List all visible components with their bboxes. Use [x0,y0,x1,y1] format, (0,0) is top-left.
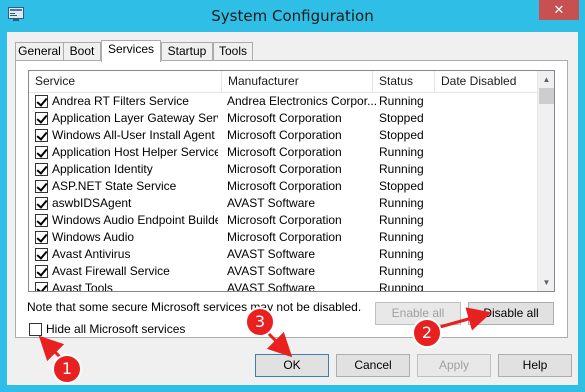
column-header-row: Service Manufacturer Status Date Disable… [29,71,538,93]
table-row[interactable]: Application Identity Microsoft Corporati… [29,161,538,178]
service-checkbox[interactable] [35,163,48,176]
service-manufacturer: AVAST Software [227,281,316,292]
tab-tools[interactable]: Tools [213,42,253,61]
service-manufacturer: Microsoft Corporation [227,145,342,159]
table-row[interactable]: Application Host Helper Service Microsof… [29,144,538,161]
service-status: Running [379,247,424,261]
service-name: Application Identity [52,162,153,176]
service-manufacturer: Microsoft Corporation [227,111,342,125]
callout-badge-2: 2 [412,318,442,348]
scroll-thumb[interactable] [539,88,554,104]
service-status: Stopped [379,128,424,142]
service-status: Running [379,94,424,108]
service-name: aswbIDSAgent [52,196,132,210]
scroll-up-arrow-icon[interactable]: ▲ [538,71,554,88]
hide-microsoft-services-label[interactable]: Hide all Microsoft services [46,322,185,336]
tab-boot[interactable]: Boot [63,42,101,61]
hide-microsoft-services-checkbox[interactable] [29,323,42,336]
service-name: ASP.NET State Service [52,179,177,193]
service-status: Stopped [379,111,424,125]
service-checkbox[interactable] [35,129,48,142]
callout-badge-3: 3 [245,307,275,337]
service-status: Running [379,196,424,210]
title-bar[interactable]: System Configuration ✕ [0,0,585,32]
services-panel: Service Manufacturer Status Date Disable… [15,60,568,338]
table-row[interactable]: Avast Tools AVAST Software Running [29,280,538,292]
service-rows: Andrea RT Filters Service Andrea Electro… [29,93,538,292]
dialog-client-area: General Boot Services Startup Tools Serv… [7,32,578,385]
service-manufacturer: Microsoft Corporation [227,230,342,244]
table-row[interactable]: Application Layer Gateway Service Micros… [29,110,538,127]
service-checkbox[interactable] [35,248,48,261]
table-row[interactable]: Windows Audio Microsoft Corporation Runn… [29,229,538,246]
service-checkbox[interactable] [35,214,48,227]
apply-button[interactable]: Apply [417,354,491,377]
service-manufacturer: Andrea Electronics Corpor... [227,94,377,108]
table-row[interactable]: Avast Antivirus AVAST Software Running [29,246,538,263]
column-header-service[interactable]: Service [29,71,222,93]
service-status: Running [379,145,424,159]
service-checkbox[interactable] [35,146,48,159]
table-row[interactable]: Windows Audio Endpoint Builder Microsoft… [29,212,538,229]
service-manufacturer: Microsoft Corporation [227,162,342,176]
service-manufacturer: Microsoft Corporation [227,128,342,142]
service-manufacturer: Microsoft Corporation [227,213,342,227]
vertical-scrollbar[interactable]: ▲ ▼ [537,71,554,291]
service-checkbox[interactable] [35,282,48,291]
service-name: Avast Tools [52,281,113,292]
table-row[interactable]: Andrea RT Filters Service Andrea Electro… [29,93,538,110]
tab-general[interactable]: General [15,42,64,61]
service-checkbox[interactable] [35,112,48,125]
cancel-button[interactable]: Cancel [336,354,410,377]
service-checkbox[interactable] [35,180,48,193]
service-status: Running [379,230,424,244]
service-status: Running [379,213,424,227]
service-manufacturer: Microsoft Corporation [227,179,342,193]
service-name: Application Host Helper Service [52,145,218,159]
service-status: Stopped [379,179,424,193]
close-button[interactable]: ✕ [539,0,579,20]
service-name: Application Layer Gateway Service [52,111,218,125]
service-manufacturer: AVAST Software [227,264,316,278]
column-header-manufacturer[interactable]: Manufacturer [222,71,373,93]
table-row[interactable]: Windows All-User Install Agent Microsoft… [29,127,538,144]
service-checkbox[interactable] [35,197,48,210]
service-name: Windows All-User Install Agent [52,128,215,142]
service-name: Avast Firewall Service [52,264,170,278]
ok-button[interactable]: OK [255,354,329,377]
tab-services[interactable]: Services [101,40,161,62]
column-header-status[interactable]: Status [373,71,435,93]
table-row[interactable]: ASP.NET State Service Microsoft Corporat… [29,178,538,195]
service-name: Andrea RT Filters Service [52,94,189,108]
service-status: Running [379,162,424,176]
service-name: Windows Audio [52,230,135,244]
callout-badge-1: 1 [52,354,82,384]
service-checkbox[interactable] [35,265,48,278]
service-status: Running [379,264,424,278]
tab-startup[interactable]: Startup [161,42,213,61]
table-row[interactable]: aswbIDSAgent AVAST Software Running [29,195,538,212]
service-checkbox[interactable] [35,95,48,108]
service-name: Windows Audio Endpoint Builder [52,213,218,227]
secure-services-note: Note that some secure Microsoft services… [27,300,362,314]
scroll-down-arrow-icon[interactable]: ▼ [538,274,554,291]
service-name: Avast Antivirus [52,247,131,261]
table-row[interactable]: Avast Firewall Service AVAST Software Ru… [29,263,538,280]
help-button[interactable]: Help [498,354,572,377]
system-configuration-window: System Configuration ✕ General Boot Serv… [0,0,585,392]
disable-all-button[interactable]: Disable all [468,302,554,325]
service-checkbox[interactable] [35,231,48,244]
service-manufacturer: AVAST Software [227,247,316,261]
services-list[interactable]: Service Manufacturer Status Date Disable… [28,70,555,292]
service-manufacturer: AVAST Software [227,196,316,210]
service-status: Running [379,281,424,292]
column-header-date-disabled[interactable]: Date Disabled [435,71,538,93]
window-title: System Configuration [211,7,374,25]
